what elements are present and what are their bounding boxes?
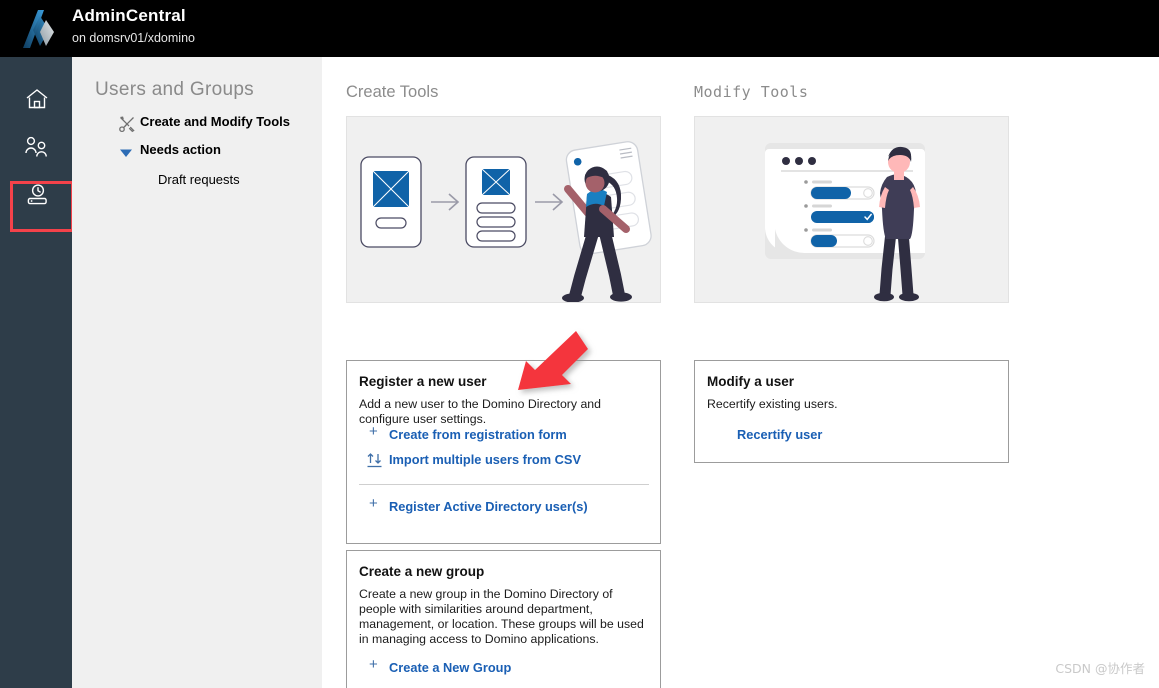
sidebar-item-label: Draft requests (158, 172, 240, 187)
plus-icon: + (369, 495, 378, 512)
card-title: Register a new user (359, 374, 487, 389)
link-create-a-new-group[interactable]: Create a New Group (389, 660, 511, 675)
sidebar-item-label: Create and Modify Tools (140, 114, 290, 129)
import-csv-icon (365, 451, 385, 474)
rail-item-home[interactable] (10, 78, 64, 124)
card-divider (359, 484, 649, 485)
plus-icon: + (369, 656, 378, 673)
card-description: Recertify existing users. (707, 397, 838, 411)
users-icon (23, 135, 51, 164)
sidebar-item-needs-action[interactable]: Needs action (72, 142, 322, 164)
sidebar-item-label: Needs action (140, 142, 221, 157)
link-import-multiple-users-from-csv[interactable]: Import multiple users from CSV (389, 452, 581, 467)
link-create-from-registration-form[interactable]: Create from registration form (389, 427, 567, 442)
server-subtitle: on domsrv01/xdomino (72, 31, 195, 45)
tools-icon (118, 115, 136, 133)
home-icon (24, 87, 50, 116)
sidebar-item-create-and-modify-tools[interactable]: Create and Modify Tools (72, 114, 322, 136)
top-bar: AdminCentral on domsrv01/xdomino (0, 0, 1159, 57)
card-register-a-new-user: Register a new user Add a new user to th… (346, 360, 661, 544)
sidebar-item-draft-requests[interactable]: Draft requests (72, 172, 322, 194)
card-title: Modify a user (707, 374, 795, 389)
rail-item-users-and-groups[interactable] (10, 126, 64, 172)
card-description: Create a new group in the Domino Directo… (359, 587, 644, 646)
plus-icon: + (369, 423, 378, 440)
link-recertify-user[interactable]: Recertify user (737, 427, 822, 442)
card-modify-a-user: Modify a user Recertify existing users. … (694, 360, 1009, 463)
icon-rail (0, 57, 74, 688)
rail-item-server[interactable] (10, 174, 64, 220)
card-create-a-new-group: Create a new group Create a new group in… (346, 550, 661, 688)
watermark: CSDN @协作者 (1055, 661, 1145, 676)
link-register-active-directory-users[interactable]: Register Active Directory user(s) (389, 499, 588, 514)
column-title-modify-tools: Modify Tools (694, 83, 809, 101)
create-tools-illustration (346, 116, 661, 303)
main-content: Create Tools Register a new user Add a n… (322, 57, 1159, 688)
server-clock-icon (24, 182, 50, 213)
sidebar-heading: Users and Groups (95, 79, 254, 100)
modify-tools-illustration (694, 116, 1009, 303)
sidebar-panel: Users and Groups Create and Modify Tools (72, 57, 322, 688)
column-title-create-tools: Create Tools (346, 83, 439, 101)
admincentral-app: AdminCentral on domsrv01/xdomino Users a… (0, 0, 1159, 688)
card-description: Add a new user to the Domino Directory a… (359, 397, 601, 426)
adminCentral-logo-icon (16, 6, 64, 52)
caret-down-icon[interactable] (117, 146, 135, 160)
card-title: Create a new group (359, 564, 485, 579)
page-title: AdminCentral (72, 6, 186, 25)
